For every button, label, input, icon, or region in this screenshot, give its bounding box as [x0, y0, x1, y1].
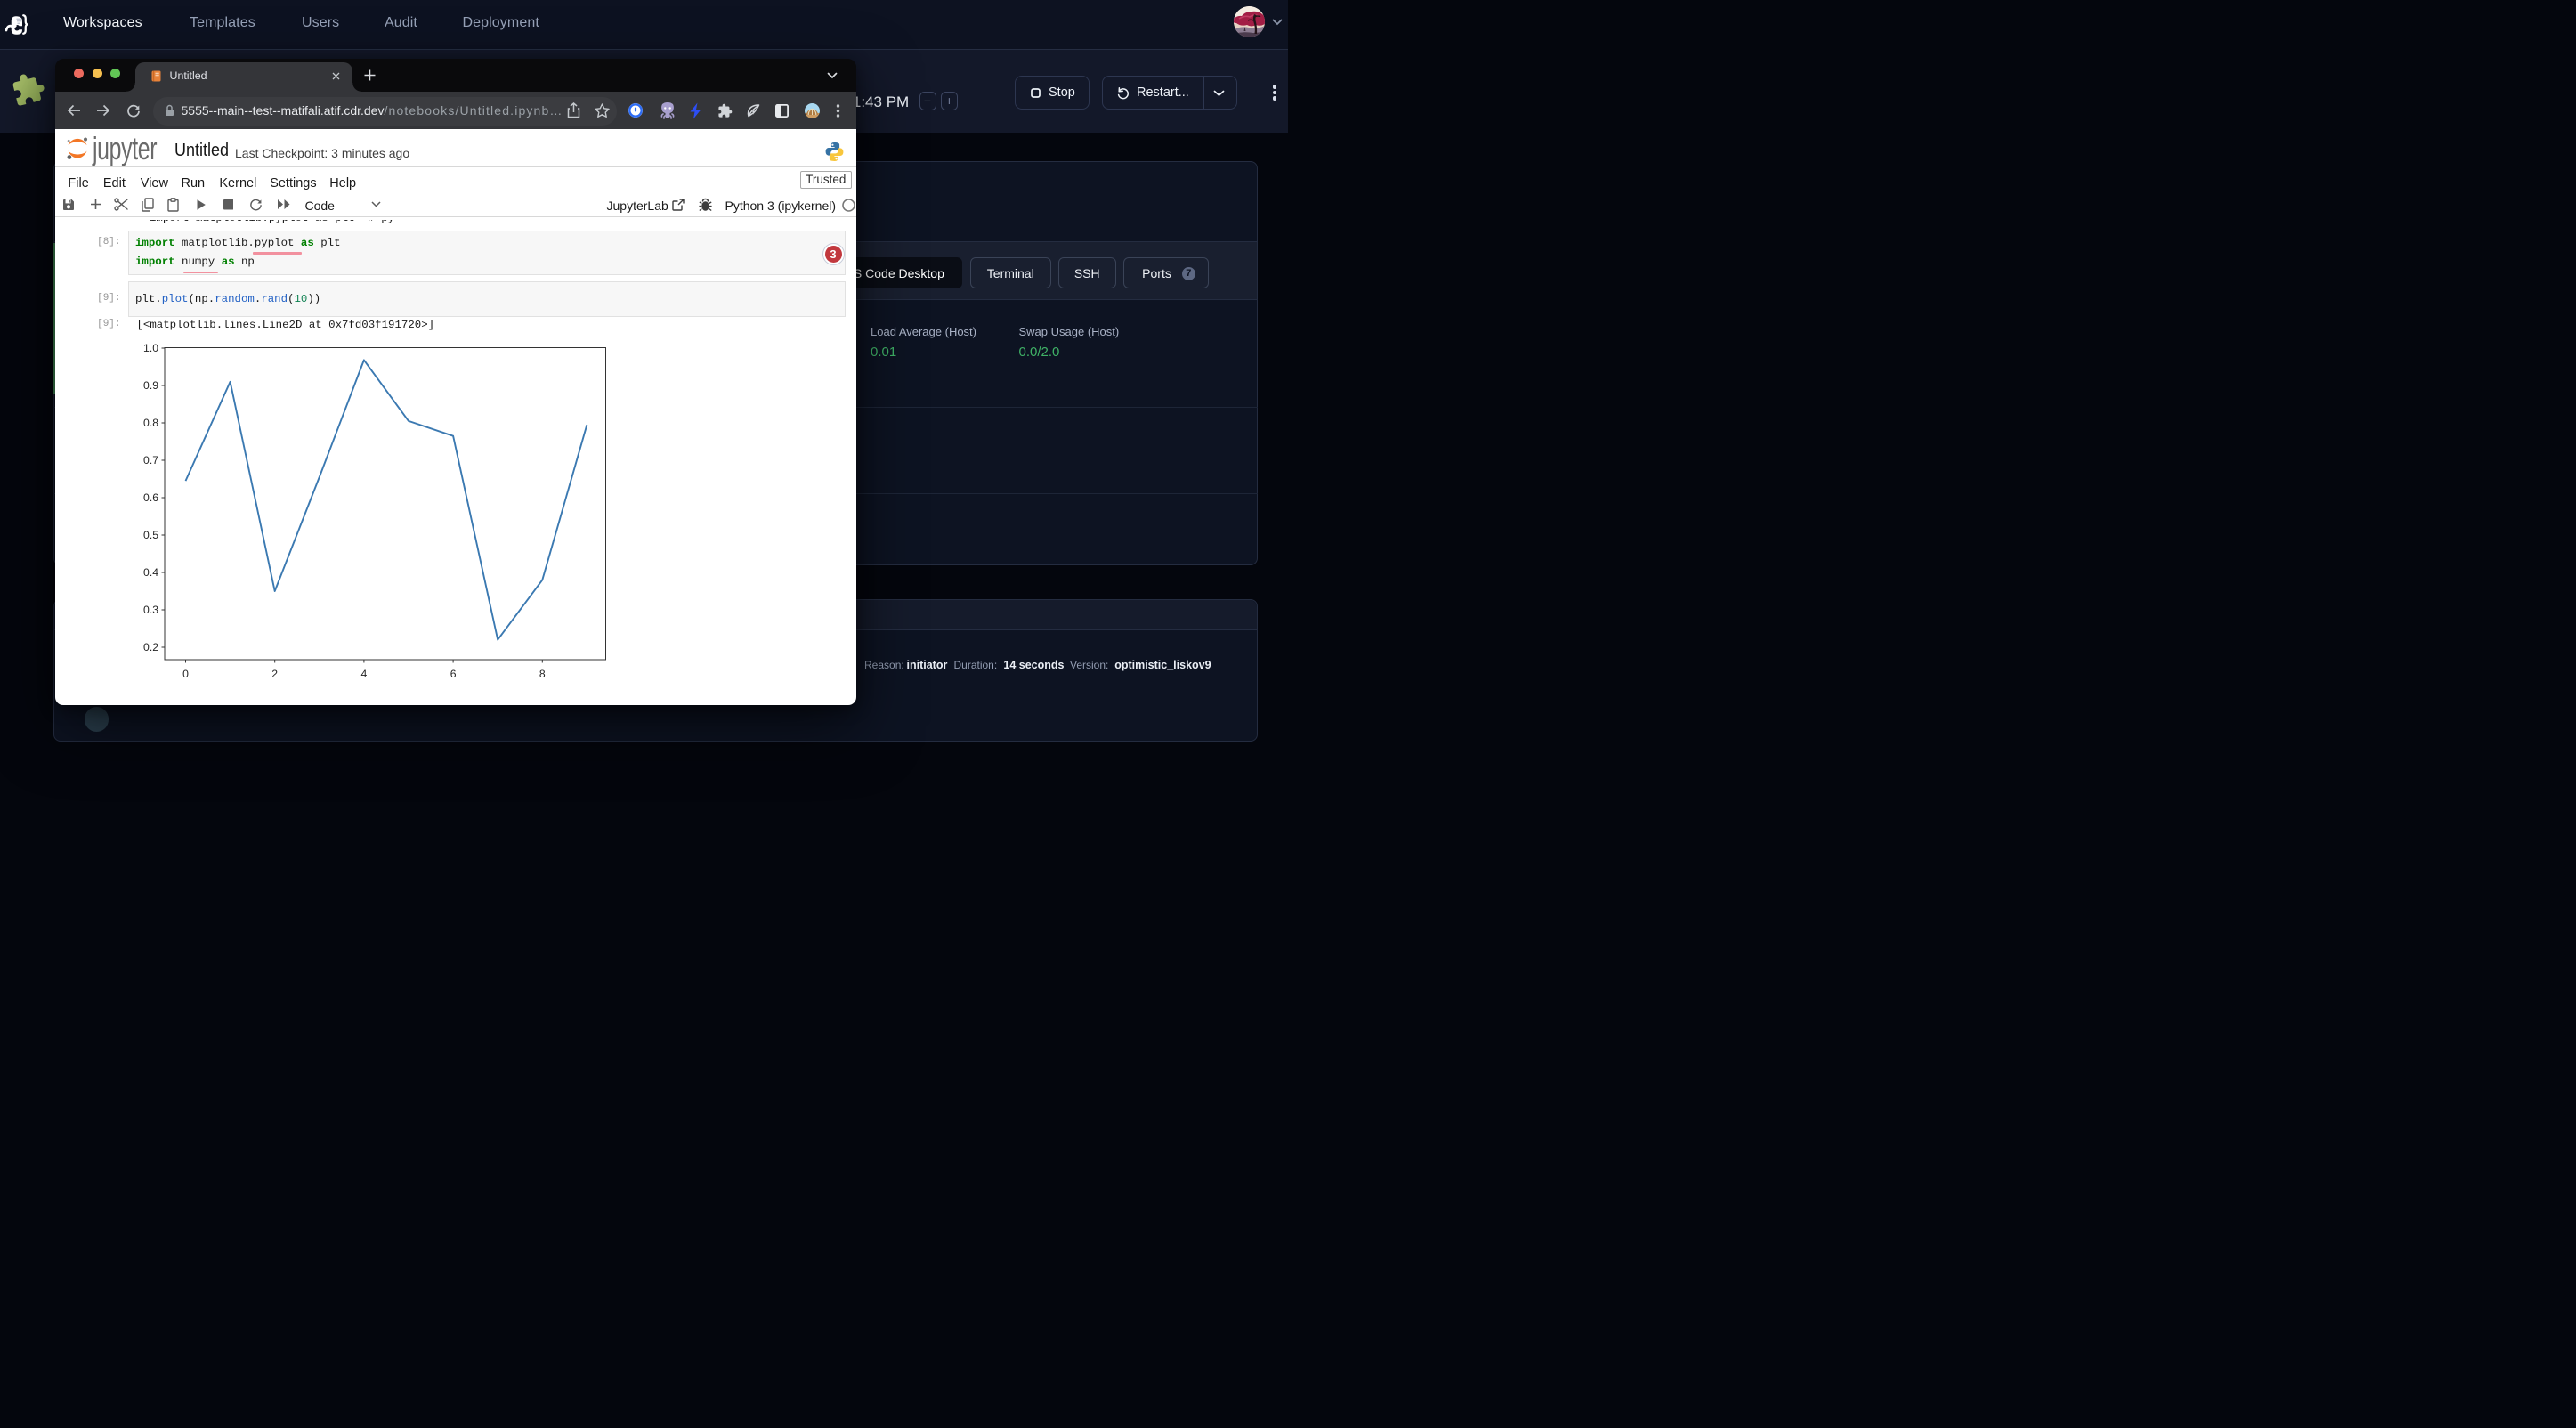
svg-text:1.0: 1.0: [143, 342, 158, 354]
svg-text:0.5: 0.5: [143, 529, 158, 541]
svg-text:0.8: 0.8: [143, 417, 158, 429]
svg-text:0.9: 0.9: [143, 379, 158, 392]
svg-text:0.2: 0.2: [143, 641, 158, 653]
svg-text:0.6: 0.6: [143, 491, 158, 504]
svg-text:0: 0: [182, 668, 189, 680]
svg-text:8: 8: [539, 668, 546, 680]
svg-text:0.7: 0.7: [143, 454, 158, 467]
svg-text:0.3: 0.3: [143, 604, 158, 616]
svg-text:0.4: 0.4: [143, 566, 158, 579]
svg-text:6: 6: [450, 668, 457, 680]
svg-text:4: 4: [361, 668, 368, 680]
svg-text:2: 2: [271, 668, 278, 680]
